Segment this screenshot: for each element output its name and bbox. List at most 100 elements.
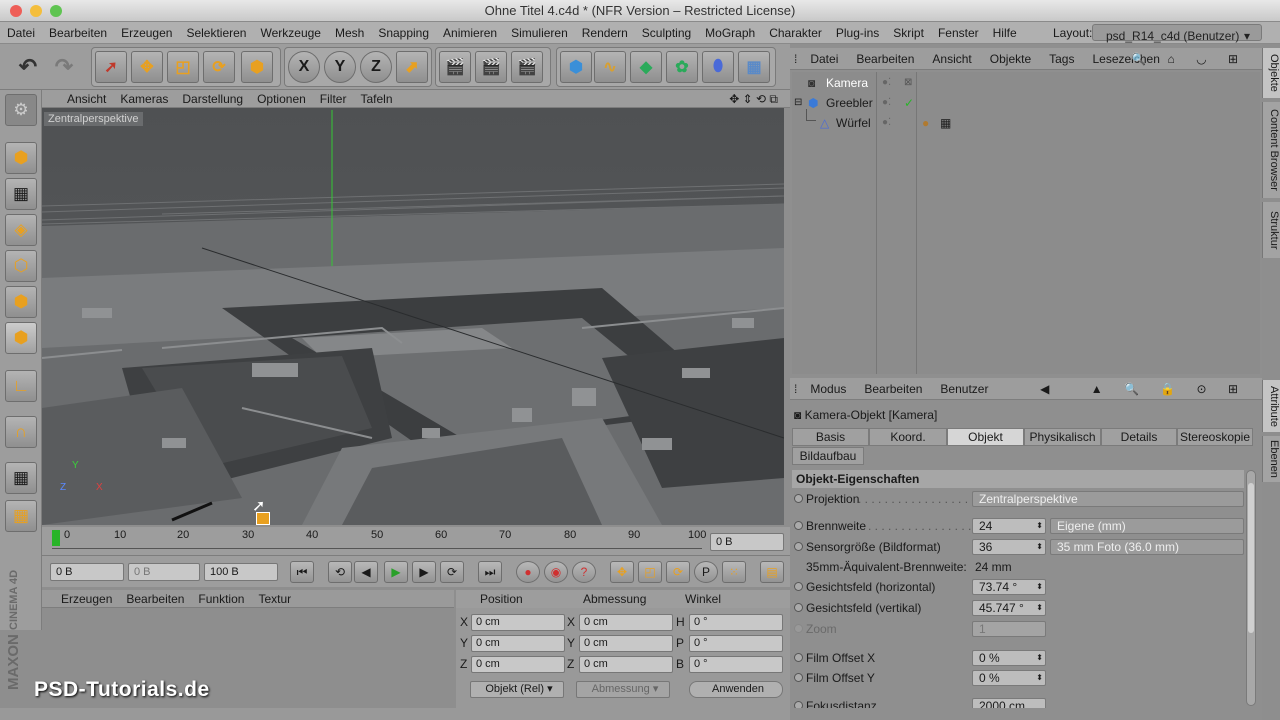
menu-datei[interactable]: Datei — [0, 22, 42, 44]
search-icon[interactable]: 🔍 — [1122, 48, 1155, 70]
viewport-menu-filter[interactable]: Filter — [313, 90, 354, 108]
go-to-end-button[interactable]: ⏭ — [478, 561, 502, 583]
menu-fenster[interactable]: Fenster — [931, 22, 986, 44]
menu-skript[interactable]: Skript — [886, 22, 931, 44]
tab-koord[interactable]: Koord. — [869, 428, 947, 446]
record-button[interactable]: ● — [516, 561, 540, 583]
material-menu-erzeugen[interactable]: Erzeugen — [54, 590, 119, 608]
am-menu-benutzer[interactable]: Benutzer — [931, 378, 997, 400]
add-spline-button[interactable]: ∿ — [594, 51, 626, 83]
axis-x-button[interactable]: X — [288, 51, 320, 83]
phong-tag-icon[interactable]: ● — [922, 113, 929, 133]
axis-z-button[interactable]: Z — [360, 51, 392, 83]
material-menu-bearbeiten[interactable]: Bearbeiten — [119, 590, 191, 608]
am-menu-modus[interactable]: Modus — [801, 378, 855, 400]
menu-simulieren[interactable]: Simulieren — [504, 22, 575, 44]
spinner-icon[interactable]: ⬍ — [1036, 540, 1043, 554]
current-frame-field[interactable]: 0 B — [710, 533, 784, 551]
tree-row-wuerfel[interactable]: △ Würfel ●⁚ ● ▦ — [792, 109, 1260, 133]
add-mograph-button[interactable]: ✿ — [666, 51, 698, 83]
attribute-scrollbar-thumb[interactable] — [1248, 483, 1254, 633]
axis-y-button[interactable]: Y — [324, 51, 356, 83]
minimize-window-button[interactable] — [30, 5, 42, 17]
brennweite-preset-select[interactable]: Eigene (mm) — [1050, 518, 1244, 534]
animate-dot-icon[interactable] — [794, 494, 803, 503]
viewport-menu-darstellung[interactable]: Darstellung — [175, 90, 250, 108]
polygons-mode-button[interactable]: ⬢ — [5, 322, 37, 354]
magnet-button[interactable]: ∩ — [5, 416, 37, 448]
menu-plugins[interactable]: Plug-ins — [829, 22, 886, 44]
key-scale-button[interactable]: ◰ — [638, 561, 662, 583]
render-toggle-icon[interactable]: ⊠ — [904, 73, 912, 93]
add-nurbs-button[interactable]: ◆ — [630, 51, 662, 83]
render-settings-button[interactable]: 🎬 — [511, 51, 543, 83]
render-view-button[interactable]: 🎬 — [439, 51, 471, 83]
layout-select[interactable]: psd_R14_c4d (Benutzer) ▾ — [1092, 24, 1262, 43]
new-window-icon[interactable]: ⊞ — [1219, 378, 1247, 400]
pos-y-field[interactable]: 0 cm — [471, 635, 565, 652]
back-arrow-icon[interactable]: ◀ — [1031, 378, 1058, 400]
menu-snapping[interactable]: Snapping — [371, 22, 436, 44]
om-menu-objekte[interactable]: Objekte — [981, 48, 1040, 70]
play-button[interactable]: ▶ — [384, 561, 408, 583]
offx-field[interactable]: 0 % ⬍ — [972, 650, 1046, 666]
spinner-icon[interactable]: ⬍ — [1036, 601, 1043, 615]
lock-icon[interactable]: 🔒 — [1151, 378, 1184, 400]
home-icon[interactable]: ⌂ — [1159, 48, 1184, 70]
menu-mograph[interactable]: MoGraph — [698, 22, 762, 44]
coordinate-system-button[interactable]: ⬈ — [396, 51, 428, 83]
texture-tag-icon[interactable]: ▦ — [940, 113, 951, 133]
workplane-lock-button[interactable]: ▦ — [5, 462, 37, 494]
timeline-ruler[interactable]: 0 10 20 30 40 50 60 70 80 90 100 0 B — [42, 527, 790, 555]
size-mode-select[interactable]: Abmessung ▾ — [576, 681, 670, 698]
om-menu-bearbeiten[interactable]: Bearbeiten — [847, 48, 923, 70]
fokus-field[interactable]: 2000 cm — [972, 698, 1046, 708]
close-window-button[interactable] — [10, 5, 22, 17]
start-frame-field[interactable]: 0 B — [50, 563, 124, 581]
visibility-dots-icon[interactable]: ●⁚ — [882, 113, 891, 133]
add-cube-button[interactable]: ⬢ — [560, 51, 592, 83]
enabled-check-icon[interactable]: ✓ — [904, 93, 914, 113]
add-scene-button[interactable]: ▦ — [738, 51, 770, 83]
visibility-dots-icon[interactable]: ●⁚ — [882, 73, 891, 93]
key-pla-button[interactable]: ⁙ — [722, 561, 746, 583]
menu-bearbeiten[interactable]: Bearbeiten — [42, 22, 114, 44]
go-to-start-button[interactable]: ⏮ — [290, 561, 314, 583]
angle-b-field[interactable]: 0 ° — [689, 656, 783, 673]
previous-key-button[interactable]: ⟲ — [328, 561, 352, 583]
fov-h-field[interactable]: 73.74 ° ⬍ — [972, 579, 1046, 595]
material-menu-funktion[interactable]: Funktion — [191, 590, 251, 608]
next-key-button[interactable]: ⟳ — [440, 561, 464, 583]
spinner-icon[interactable]: ⬍ — [1036, 519, 1043, 533]
visibility-dots-icon[interactable]: ●⁚ — [882, 93, 891, 113]
next-frame-button[interactable]: ▶ — [412, 561, 436, 583]
menu-animieren[interactable]: Animieren — [436, 22, 504, 44]
om-menu-tags[interactable]: Tags — [1040, 48, 1083, 70]
autokey-button[interactable]: ◉ — [544, 561, 568, 583]
projektion-select[interactable]: Zentralperspektive — [972, 491, 1244, 507]
menu-rendern[interactable]: Rendern — [575, 22, 635, 44]
3d-viewport[interactable]: Zentralperspektive Y Z X ➚ — [42, 108, 784, 525]
pos-x-field[interactable]: 0 cm — [471, 614, 565, 631]
animate-dot-icon[interactable] — [794, 653, 803, 662]
add-deformer-button[interactable]: ⬮ — [702, 51, 734, 83]
tab-physikalisch[interactable]: Physikalisch — [1024, 428, 1101, 446]
spinner-icon[interactable]: ⬍ — [1036, 671, 1043, 685]
axis-mode-button[interactable]: ∟ — [5, 370, 37, 402]
om-menu-ansicht[interactable]: Ansicht — [923, 48, 980, 70]
coordinate-mode-select[interactable]: Objekt (Rel) ▾ — [470, 681, 564, 698]
end-frame-field[interactable]: 100 B — [204, 563, 278, 581]
animate-dot-icon[interactable] — [794, 603, 803, 612]
scale-tool-button[interactable]: ◰ — [167, 51, 199, 83]
om-menu-datei[interactable]: Datei — [801, 48, 847, 70]
up-arrow-icon[interactable]: ▲ — [1082, 378, 1112, 400]
animate-dot-icon[interactable] — [794, 701, 803, 708]
new-window-icon[interactable]: ⊞ — [1219, 48, 1247, 70]
tab-bildaufbau[interactable]: Bildaufbau — [792, 447, 864, 465]
edges-mode-button[interactable]: ⬢ — [5, 286, 37, 318]
keyframe-selection-button[interactable]: ? — [572, 561, 596, 583]
previous-frame-button[interactable]: ◀ — [354, 561, 378, 583]
angle-h-field[interactable]: 0 ° — [689, 614, 783, 631]
side-tab-ebenen[interactable]: Ebenen — [1262, 436, 1280, 482]
timeline-layout-button[interactable]: ▤ — [760, 561, 784, 583]
